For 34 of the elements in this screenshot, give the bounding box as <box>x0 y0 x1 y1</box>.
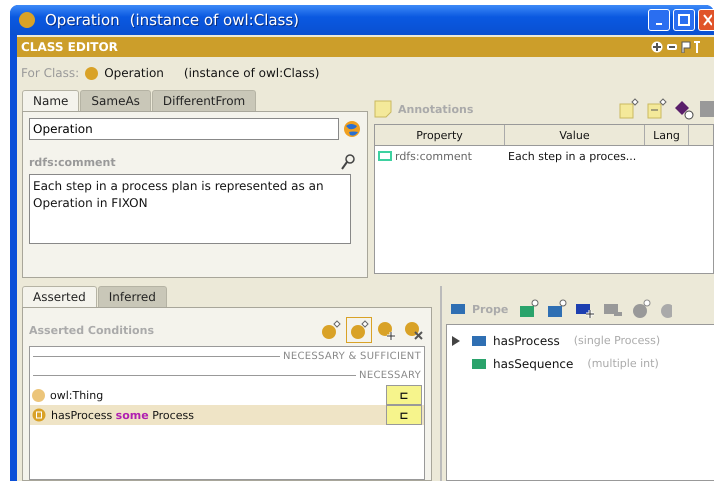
comment-label: rdfs:comment <box>29 156 116 168</box>
properties-title: Prope <box>472 302 508 316</box>
tab[interactable]: Asserted <box>22 286 97 307</box>
window-title: Operation <box>45 11 120 29</box>
editor-title: CLASS EDITOR <box>21 40 118 54</box>
tab[interactable]: Inferred <box>98 286 167 307</box>
section-label: NECESSARY <box>359 370 421 381</box>
condition-row[interactable]: hasProcess some Process ⊏ <box>30 405 424 425</box>
tab[interactable]: Name <box>22 90 80 111</box>
table-cell-text: Each step in a proces... <box>507 148 638 164</box>
conditions-title: Asserted Conditions <box>29 324 154 336</box>
property-name[interactable]: hasProcess <box>493 334 560 348</box>
property-detail: (multiple int) <box>587 357 659 370</box>
condition-row[interactable]: owl:Thing ⊏ <box>30 385 424 405</box>
condition-text: owl:Thing <box>50 388 104 402</box>
subclass-marker: ⊏ <box>386 405 422 425</box>
for-class-label: For Class: <box>21 66 80 80</box>
property-name[interactable]: hasSequence <box>493 356 574 370</box>
section-label: NECESSARY & SUFFICIENT <box>283 351 421 362</box>
condition-text: hasProcess some Process <box>51 408 195 422</box>
window-subtitle: (instance of owl:Class) <box>130 11 300 29</box>
annotations-title: Annotations <box>398 102 474 116</box>
subclass-marker: ⊏ <box>386 385 422 405</box>
column-header[interactable]: Lang <box>645 125 689 145</box>
name-field[interactable]: Operation <box>29 118 339 140</box>
class-name: Operation <box>104 66 164 80</box>
table-cell: rdfs:comment <box>395 150 472 162</box>
tab[interactable]: SameAs <box>80 90 151 111</box>
column-header[interactable]: Value <box>505 125 645 145</box>
class-type: (instance of owl:Class) <box>184 66 320 80</box>
tab[interactable]: DifferentFrom <box>152 90 256 111</box>
comment-field[interactable]: Each step in a process plan is represented as an Operation in FIXON <box>29 174 351 244</box>
column-header[interactable]: Property <box>375 125 505 145</box>
property-detail: (single Process) <box>574 334 660 347</box>
